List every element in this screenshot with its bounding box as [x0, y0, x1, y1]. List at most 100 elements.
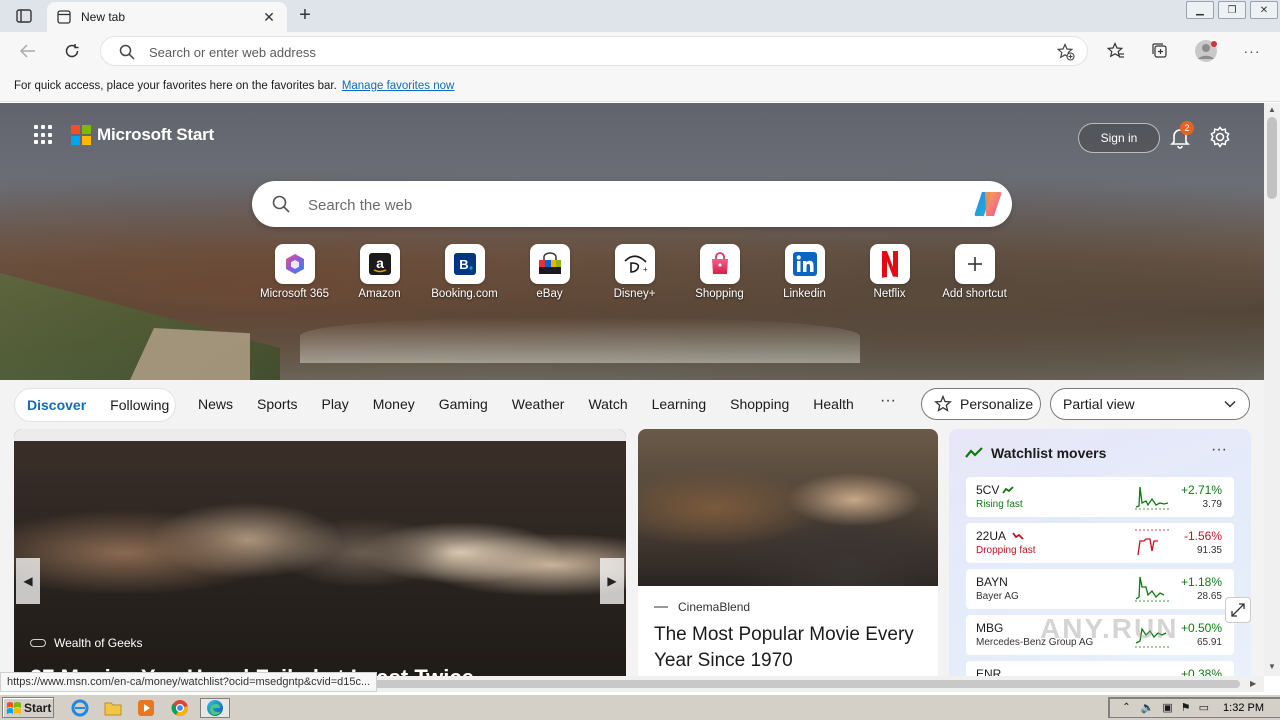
system-tray: ⌃ 🔈 ▣ ⚑ ▭ 1:32 PM	[1108, 697, 1280, 718]
copilot-icon[interactable]	[972, 189, 1004, 219]
nav-money[interactable]: Money	[373, 396, 415, 412]
featured-carousel-card[interactable]: ◀ ▶ Wealth of Geeks 27 Movies You Heard …	[14, 429, 626, 676]
nav-watch[interactable]: Watch	[588, 396, 627, 412]
scroll-down-icon[interactable]: ▼	[1268, 662, 1276, 671]
nav-sports[interactable]: Sports	[257, 396, 297, 412]
web-search-box[interactable]	[252, 181, 1012, 227]
stock-row-22ua[interactable]: 22UA Dropping fast -1.56% 91.35	[966, 523, 1234, 563]
shortcut-shopping[interactable]: Shopping	[677, 244, 762, 300]
feed-nav-row: Discover Following News Sports Play Mone…	[0, 380, 1264, 430]
ie-taskbar-icon[interactable]	[69, 698, 91, 718]
chrome-taskbar-icon[interactable]	[169, 698, 191, 718]
personalize-button[interactable]: Personalize	[921, 388, 1041, 420]
app-launcher-icon[interactable]	[34, 125, 54, 145]
web-search-input[interactable]	[308, 195, 948, 215]
microsoft-logo-icon	[71, 125, 91, 145]
watchlist-more-icon[interactable]: ···	[1211, 441, 1227, 459]
view-mode-dropdown[interactable]: Partial view	[1050, 388, 1250, 420]
close-tab-icon[interactable]: ✕	[261, 9, 277, 25]
carousel-next-icon[interactable]: ▶	[600, 558, 624, 604]
stock-symbol: 22UA	[976, 529, 1007, 543]
nav-weather[interactable]: Weather	[512, 396, 565, 412]
stock-change: +1.18%	[1180, 575, 1222, 589]
stock-price: 3.79	[1202, 499, 1222, 510]
shortcut-ebay[interactable]: eBay	[507, 244, 592, 300]
action-center-flag-icon[interactable]: ⚑	[1181, 701, 1191, 714]
tray-expand-icon[interactable]: ⌃	[1122, 702, 1130, 713]
shortcut-disney[interactable]: + Disney+	[592, 244, 677, 300]
stock-change: +0.50%	[1180, 621, 1222, 635]
shortcut-label: Amazon	[358, 288, 401, 300]
stock-row-5cv[interactable]: 5CV Rising fast +2.71% 3.79	[966, 477, 1234, 517]
personalize-star-icon	[934, 395, 952, 412]
scroll-up-icon[interactable]: ▲	[1268, 105, 1276, 114]
explorer-taskbar-icon[interactable]	[102, 698, 124, 718]
stock-symbol: MBG	[976, 621, 1004, 635]
stock-subtitle: Dropping fast	[976, 545, 1036, 556]
browser-tab[interactable]: New tab ✕	[47, 2, 287, 32]
nav-play[interactable]: Play	[321, 396, 348, 412]
tab-discover[interactable]: Discover	[15, 397, 98, 413]
favorites-icon[interactable]	[1104, 39, 1128, 63]
shortcut-netflix[interactable]: Netflix	[847, 244, 932, 300]
new-tab-button[interactable]: +	[294, 5, 316, 27]
stock-row-bayn[interactable]: BAYN Bayer AG +1.18% 28.65	[966, 569, 1234, 609]
web-search-icon	[272, 195, 290, 213]
address-input[interactable]	[149, 43, 1029, 61]
nav-gaming[interactable]: Gaming	[439, 396, 488, 412]
sign-in-button[interactable]: Sign in	[1078, 123, 1160, 153]
address-bar[interactable]	[100, 36, 1088, 66]
manage-favorites-link[interactable]: Manage favorites now	[342, 80, 455, 92]
nav-news[interactable]: News	[198, 396, 233, 412]
shortcut-linkedin[interactable]: Linkedin	[762, 244, 847, 300]
shortcut-microsoft365[interactable]: Microsoft 365	[252, 244, 337, 300]
stock-symbol: ENR	[976, 667, 1002, 676]
view-mode-value: Partial view	[1063, 396, 1135, 412]
stock-change: -1.56%	[1183, 529, 1222, 543]
shopping-icon	[711, 252, 728, 274]
shortcut-amazon[interactable]: a Amazon	[337, 244, 422, 300]
vertical-scroll-thumb[interactable]	[1267, 117, 1277, 199]
anyrun-watermark: ANY.RUN	[1040, 613, 1179, 644]
nav-health[interactable]: Health	[813, 396, 853, 412]
watchlist-header: Watchlist movers	[965, 445, 1106, 461]
settings-more-icon[interactable]: ···	[1240, 39, 1264, 63]
news-card-title[interactable]: The Most Popular Movie Every Year Since …	[654, 622, 924, 674]
start-button[interactable]: Start	[2, 697, 54, 718]
add-favorite-icon[interactable]	[1057, 43, 1075, 61]
restore-button[interactable]: ❐	[1218, 1, 1246, 19]
minimize-button[interactable]: ▁	[1186, 1, 1214, 19]
tab-following[interactable]: Following	[98, 397, 181, 413]
back-icon[interactable]	[16, 39, 40, 63]
network-icon[interactable]: ▣	[1162, 701, 1172, 714]
show-desktop-icon[interactable]: ▭	[1199, 701, 1209, 714]
shortcut-label: Disney+	[613, 288, 656, 300]
shortcut-booking[interactable]: B Booking.com	[422, 244, 507, 300]
brand-title[interactable]: Microsoft Start	[97, 125, 214, 145]
news-card[interactable]: CinemaBlend The Most Popular Movie Every…	[638, 429, 938, 676]
stock-change: +2.71%	[1180, 483, 1222, 497]
expand-icon[interactable]	[1225, 597, 1251, 623]
tab-actions-icon[interactable]	[8, 5, 40, 27]
collections-icon[interactable]	[1148, 39, 1172, 63]
volume-icon[interactable]: 🔈	[1141, 701, 1155, 714]
page-settings-icon[interactable]	[1208, 125, 1232, 149]
stock-symbol: BAYN	[976, 575, 1008, 589]
taskbar-clock[interactable]: 1:32 PM	[1223, 702, 1264, 714]
media-player-taskbar-icon[interactable]	[135, 698, 157, 718]
scroll-right-icon[interactable]: ▶	[1250, 679, 1256, 688]
add-shortcut-button[interactable]: Add shortcut	[932, 244, 1017, 300]
close-window-button[interactable]: ✕	[1250, 1, 1278, 19]
vertical-scrollbar[interactable]: ▲ ▼	[1264, 103, 1280, 676]
stock-row-enr[interactable]: ENR +0.38%	[966, 661, 1234, 676]
ebay-icon	[538, 252, 561, 274]
profile-avatar[interactable]	[1194, 39, 1218, 63]
nav-more-icon[interactable]: ···	[880, 392, 896, 410]
nav-shopping[interactable]: Shopping	[730, 396, 789, 412]
edge-taskbar-icon[interactable]	[200, 698, 230, 718]
nav-learning[interactable]: Learning	[652, 396, 707, 412]
refresh-icon[interactable]	[60, 39, 84, 63]
search-icon	[119, 44, 135, 60]
carousel-prev-icon[interactable]: ◀	[16, 558, 40, 604]
chevron-down-icon	[1224, 400, 1236, 408]
